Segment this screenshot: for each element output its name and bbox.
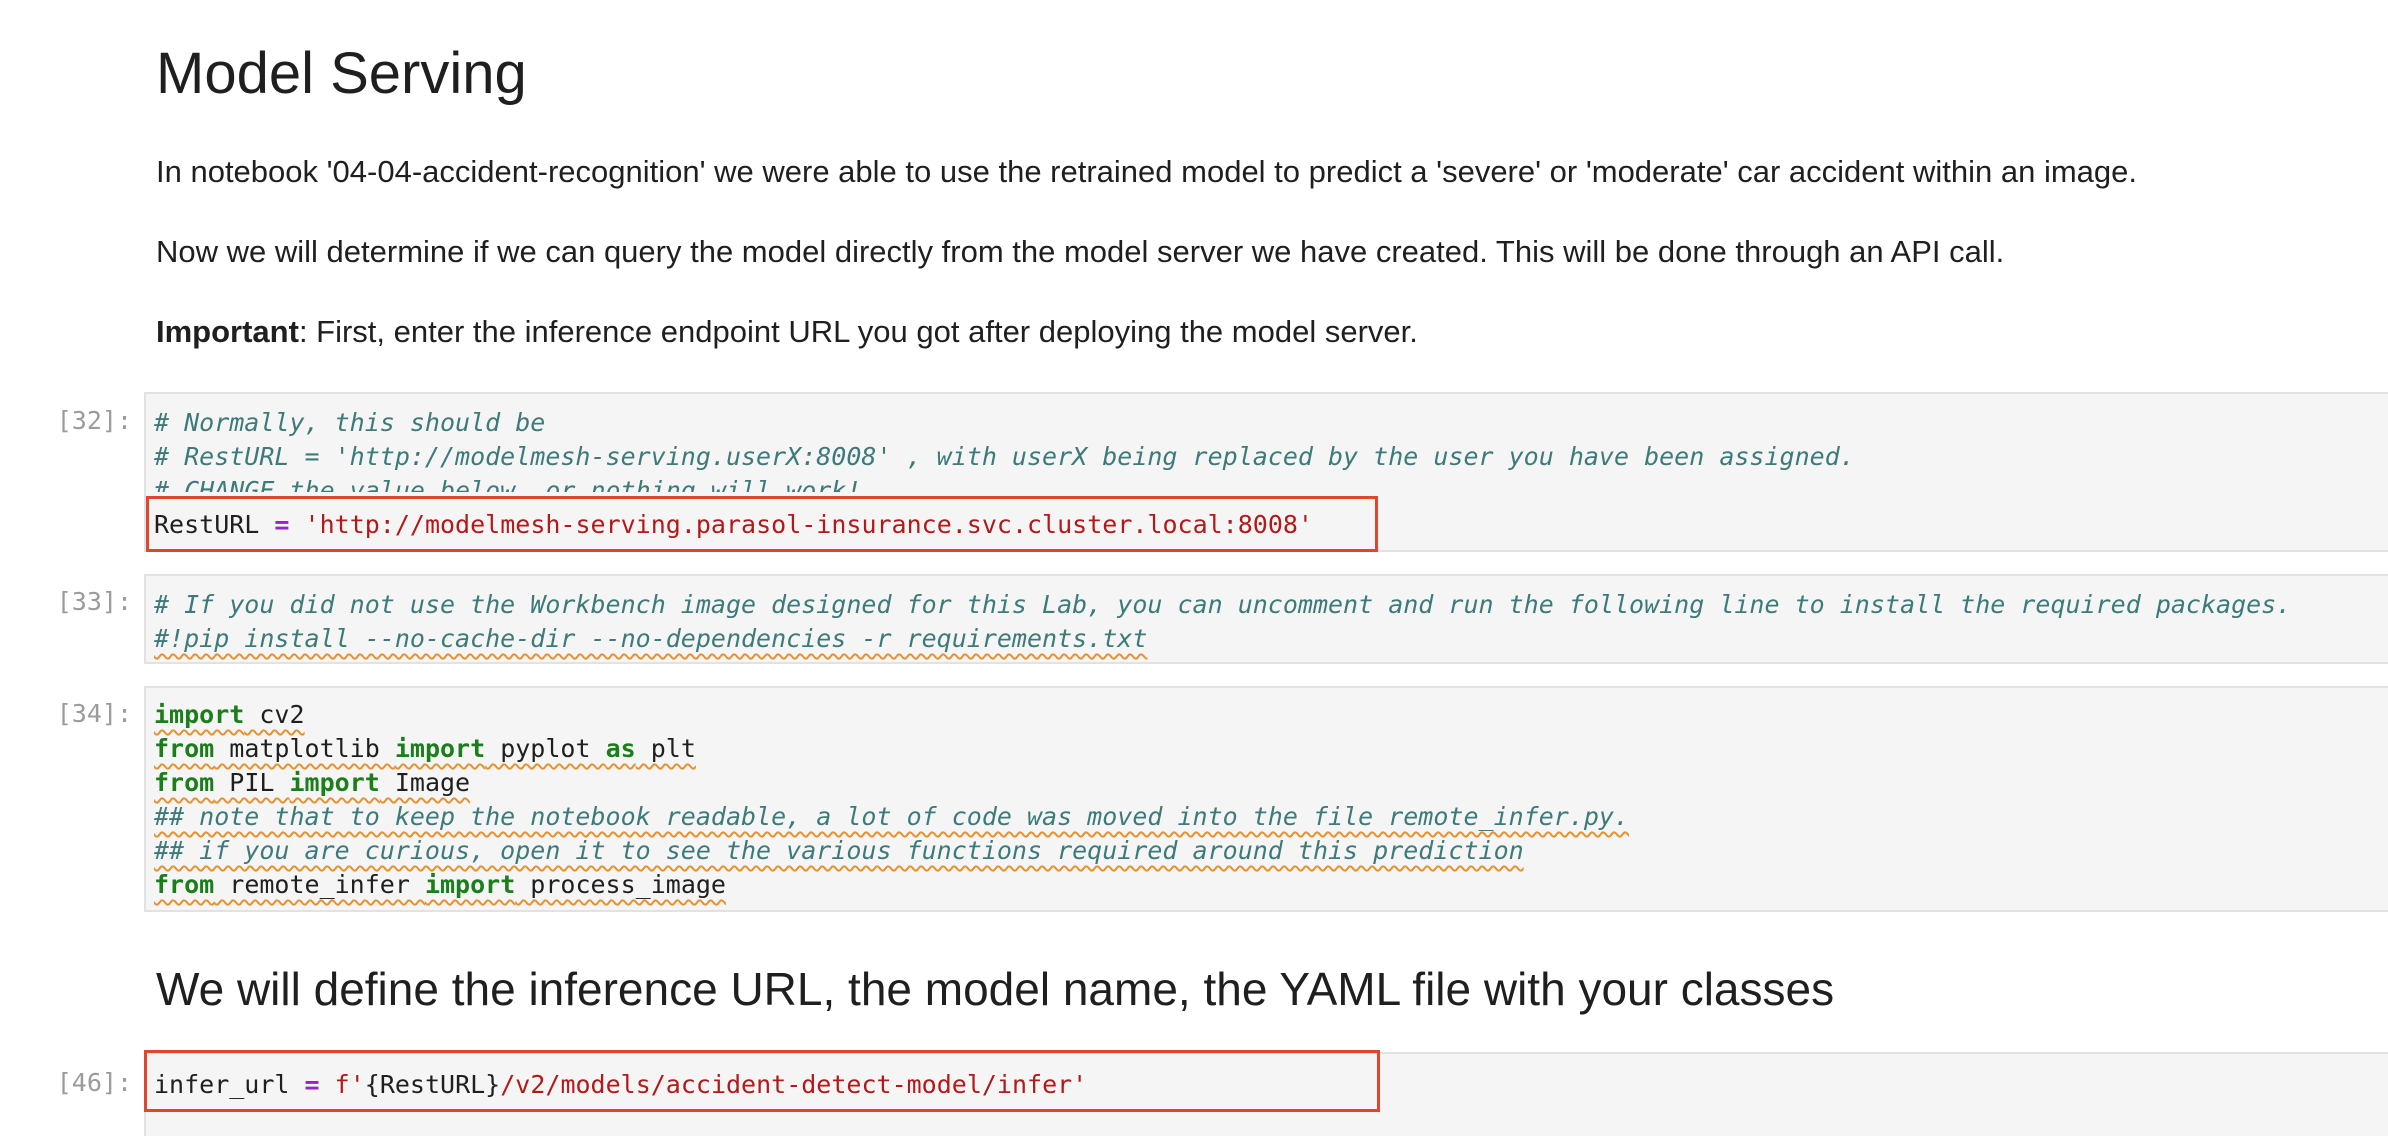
code-cell-46[interactable]: infer_url = f'{RestURL}/v2/models/accide…: [144, 1052, 2388, 1136]
code-line: ## note that to keep the notebook readab…: [154, 802, 1630, 831]
code-line-infer-url: infer_url = f'{RestURL}/v2/models/accide…: [154, 1070, 1088, 1099]
assign-operator: =: [274, 510, 290, 539]
code-line: # CHANGE the value below, or nothing wil…: [154, 476, 862, 492]
code-line: # Normally, this should be: [154, 408, 546, 437]
notebook-title: Model Serving: [156, 41, 527, 106]
important-text: : First, enter the inference endpoint UR…: [298, 314, 1418, 349]
code-line: import cv2: [154, 700, 305, 729]
section-subheading: We will define the inference URL, the mo…: [156, 963, 1835, 1015]
code-line: ## if you are curious, open it to see th…: [154, 836, 1524, 865]
code-line-resturl: RestURL = 'http://modelmesh-serving.para…: [154, 508, 1313, 542]
code-cell-33[interactable]: # If you did not use the Workbench image…: [144, 574, 2388, 664]
important-label: Important: [156, 314, 299, 349]
cell-prompt-46: [46]:: [56, 1068, 132, 1097]
code-line: from PIL import Image: [154, 768, 471, 797]
important-paragraph: Important: First, enter the inference en…: [156, 310, 1418, 354]
variable-name: infer_url: [154, 1070, 290, 1099]
code-line: # If you did not use the Workbench image…: [154, 590, 2292, 619]
intro-paragraph-1: In notebook '04-04-accident-recognition'…: [156, 154, 2138, 189]
code-line: from remote_infer import process_image: [154, 870, 726, 899]
code-line: # RestURL = 'http://modelmesh-serving.us…: [154, 442, 1855, 471]
code-cell-32[interactable]: # Normally, this should be # RestURL = '…: [144, 392, 2388, 552]
string-literal: 'http://modelmesh-serving.parasol-insura…: [304, 510, 1313, 539]
intro-paragraph-2: Now we will determine if we can query th…: [156, 234, 2005, 269]
code-cell-34[interactable]: import cv2 from matplotlib import pyplot…: [144, 686, 2388, 912]
cell-prompt-33: [33]:: [56, 587, 132, 616]
assign-operator: =: [304, 1070, 320, 1099]
cell-prompt-34: [34]:: [56, 699, 132, 728]
variable-name: RestURL: [154, 510, 260, 539]
cell-prompt-32: [32]:: [56, 406, 132, 435]
code-line: #!pip install --no-cache-dir --no-depend…: [154, 624, 1148, 653]
code-line: from matplotlib import pyplot as plt: [154, 734, 696, 763]
